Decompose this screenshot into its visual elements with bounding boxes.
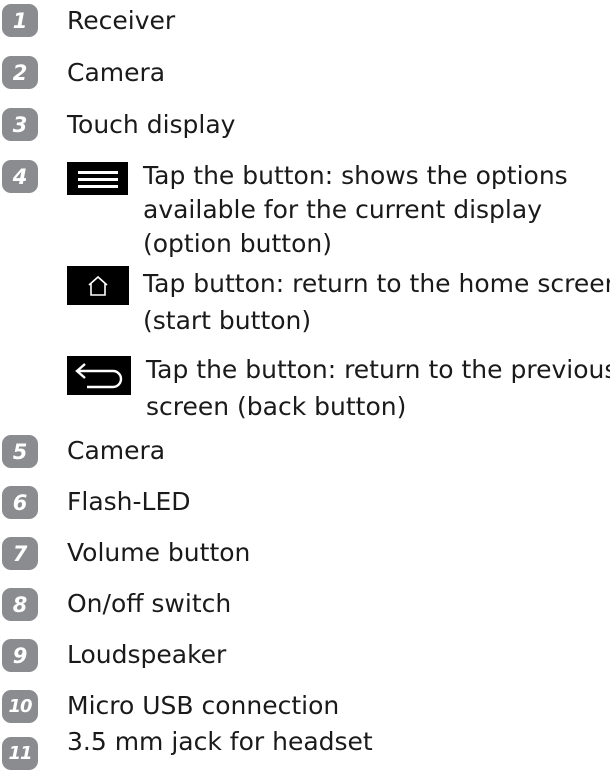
- item-label-touch-display: Touch display: [67, 110, 236, 139]
- item-label-receiver: Receiver: [67, 6, 176, 35]
- item-label-camera: Camera: [67, 58, 166, 87]
- number-badge-8: 8: [2, 588, 38, 621]
- back-button-line-2: screen (back button): [146, 392, 407, 421]
- item-label-micro-usb: Micro USB connection: [67, 691, 340, 720]
- number-badge-2: 2: [2, 56, 38, 89]
- back-arrow-icon: [67, 356, 131, 395]
- menu-icon: [67, 162, 128, 195]
- number-badge-11: 11: [2, 737, 38, 770]
- item-label-on-off-switch: On/off switch: [67, 589, 232, 618]
- number-badge-6: 6: [2, 486, 38, 519]
- number-badge-7: 7: [2, 537, 38, 570]
- option-button-line-3: (option button): [143, 229, 332, 258]
- number-badge-10: 10: [2, 690, 38, 723]
- number-badge-3: 3: [2, 108, 38, 141]
- start-button-line-2: (start button): [143, 306, 312, 335]
- number-badge-9: 9: [2, 639, 38, 672]
- home-icon: [67, 266, 129, 305]
- start-button-line-1: Tap button: return to the home screen: [143, 269, 610, 298]
- item-label-headset-jack: 3.5 mm jack for headset: [67, 727, 373, 756]
- back-button-line-1: Tap the button: return to the previous: [146, 355, 610, 384]
- item-label-volume-button: Volume button: [67, 538, 251, 567]
- item-label-flash-led: Flash-LED: [67, 487, 191, 516]
- number-badge-4: 4: [2, 160, 38, 193]
- item-label-loudspeaker: Loudspeaker: [67, 640, 227, 669]
- item-label-camera-rear: Camera: [67, 436, 166, 465]
- number-badge-5: 5: [2, 435, 38, 468]
- number-badge-1: 1: [2, 4, 38, 37]
